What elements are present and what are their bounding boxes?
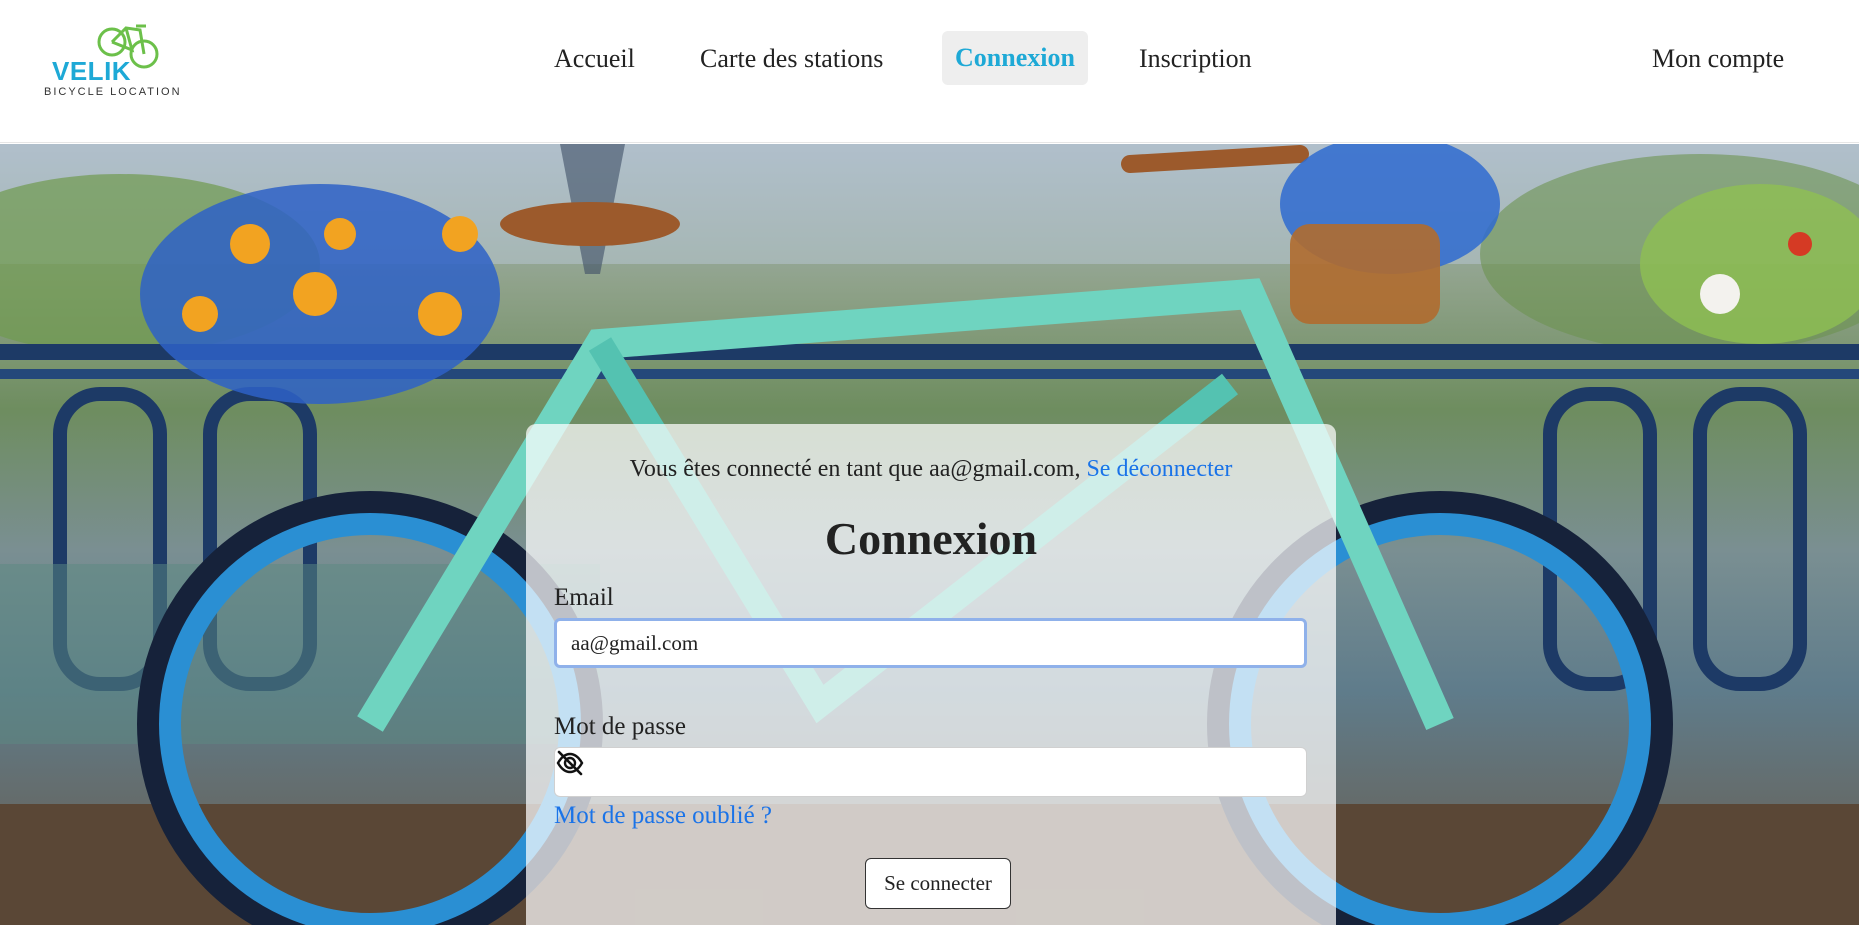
logo-name: VELIK: [52, 56, 132, 86]
submit-login-button[interactable]: Se connecter: [865, 858, 1011, 909]
nav-stations-map[interactable]: Carte des stations: [700, 44, 883, 74]
eye-slash-icon[interactable]: [555, 748, 585, 778]
login-card: Vous êtes connecté en tant que aa@gmail.…: [526, 424, 1336, 925]
nav-home[interactable]: Accueil: [554, 44, 635, 74]
nav-login[interactable]: Connexion: [942, 31, 1088, 85]
nav-account[interactable]: Mon compte: [1652, 44, 1784, 74]
login-title: Connexion: [824, 513, 1038, 564]
password-label: Mot de passe: [554, 713, 686, 740]
forgot-password-link[interactable]: Mot de passe oublié ?: [554, 802, 772, 830]
top-navbar: VELIK BICYCLE LOCATION Accueil Carte des…: [0, 0, 1859, 143]
logo-tagline: BICYCLE LOCATION: [44, 86, 182, 98]
hero-background: Vous êtes connecté en tant que aa@gmail.…: [0, 144, 1859, 925]
email-field[interactable]: aa@gmail.com: [554, 618, 1307, 668]
login-status-text: Vous êtes connecté en tant que aa@gmail.…: [629, 456, 1081, 482]
brand-logo[interactable]: VELIK BICYCLE LOCATION: [40, 22, 190, 102]
password-field[interactable]: [554, 747, 1307, 797]
logout-link[interactable]: Se déconnecter: [1086, 456, 1232, 482]
nav-signup[interactable]: Inscription: [1139, 44, 1252, 74]
login-status: Vous êtes connecté en tant que aa@gmail.…: [526, 456, 1336, 483]
email-label: Email: [554, 584, 614, 611]
